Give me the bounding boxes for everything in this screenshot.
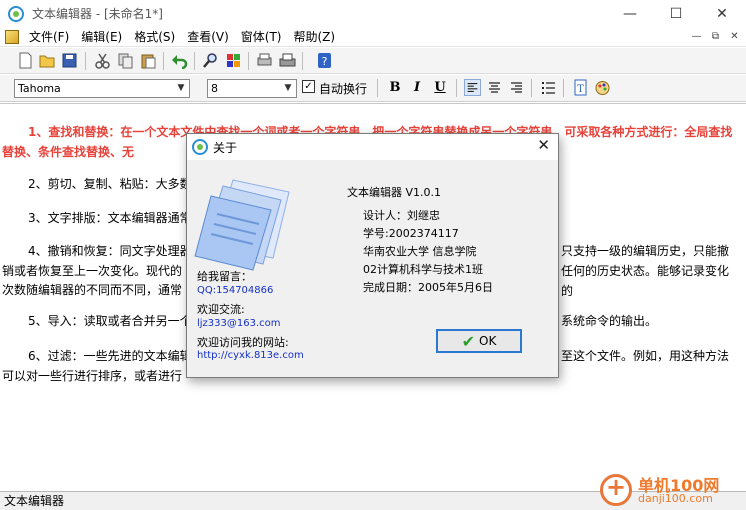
toolbar-separator xyxy=(377,79,378,97)
word-wrap-checkbox[interactable]: ✓ xyxy=(302,80,315,93)
align-right-icon[interactable] xyxy=(508,79,525,96)
watermark-url: danji100.com xyxy=(638,492,713,505)
ok-button[interactable]: ✔ OK xyxy=(436,329,522,353)
bold-button[interactable]: B xyxy=(386,79,404,97)
menu-view[interactable]: 查看(V) xyxy=(181,27,235,47)
about-qq-link[interactable]: QQ:154704866 xyxy=(197,285,273,296)
toolbar-separator xyxy=(456,79,457,97)
title-bar: 文本编辑器 - [未命名1*] — ☐ ✕ xyxy=(0,0,746,27)
underline-button[interactable]: U xyxy=(431,79,449,97)
menu-help[interactable]: 帮助(Z) xyxy=(288,27,342,47)
font-dialog-icon[interactable]: T xyxy=(572,79,589,96)
menu-edit[interactable]: 编辑(E) xyxy=(75,27,128,47)
watermark-logo: 单机100网 danji100.com xyxy=(598,470,746,510)
toolbar-separator xyxy=(248,52,249,70)
paragraph-filter-right: 至这个文件。例如，用这种方法 xyxy=(561,349,730,363)
paragraph-undo-redo-right: 只支持一级的编辑历史，只能撤 xyxy=(561,244,730,258)
ok-button-label: OK xyxy=(479,334,497,348)
chevron-down-icon: ▼ xyxy=(284,83,292,93)
about-app-name: 文本编辑器 V1.0.1 xyxy=(347,186,442,199)
menu-window[interactable]: 窗体(T) xyxy=(235,27,288,47)
close-button[interactable]: ✕ xyxy=(699,0,745,27)
toolbar-separator xyxy=(194,52,195,70)
open-folder-icon[interactable] xyxy=(39,52,56,69)
watermark-icon xyxy=(600,473,632,506)
about-message-label: 给我留言： xyxy=(197,270,252,283)
bullet-list-icon[interactable] xyxy=(540,79,557,96)
font-size-value: 8 xyxy=(211,82,218,95)
menu-bar: 文件(F) 编辑(E) 格式(S) 查看(V) 窗体(T) 帮助(Z) — ⧉ … xyxy=(0,27,746,47)
new-file-icon[interactable] xyxy=(17,52,34,69)
checkmark-icon: ✔ xyxy=(461,331,476,351)
font-family-select[interactable]: Tahoma ▼ xyxy=(14,79,190,98)
about-email-link[interactable]: ljz333@163.com xyxy=(197,318,281,329)
about-site-label: 欢迎访问我的网站: xyxy=(197,336,289,349)
page-setup-icon[interactable] xyxy=(256,52,273,69)
format-toolbar: Tahoma ▼ 8 ▼ ✓ 自动换行 B I U T xyxy=(0,75,746,102)
paste-icon[interactable] xyxy=(140,52,157,69)
menu-file[interactable]: 文件(F) xyxy=(23,27,75,47)
align-left-icon[interactable] xyxy=(464,79,481,96)
replace-icon[interactable] xyxy=(225,52,242,69)
print-icon[interactable] xyxy=(279,52,296,69)
chevron-down-icon: ▼ xyxy=(177,83,185,93)
about-class: 02计算机科学与技术1班 xyxy=(363,263,483,276)
dialog-close-icon[interactable]: ✕ xyxy=(537,136,550,154)
find-icon[interactable] xyxy=(202,52,219,69)
cut-icon[interactable] xyxy=(94,52,111,69)
align-center-icon[interactable] xyxy=(486,79,503,96)
minimize-button[interactable]: — xyxy=(607,0,653,27)
app-icon xyxy=(8,5,24,22)
status-text: 文本编辑器 xyxy=(4,494,65,508)
word-wrap-label: 自动换行 xyxy=(319,82,368,96)
toolbar-separator xyxy=(163,52,164,70)
save-icon[interactable] xyxy=(61,52,78,69)
toolbar-separator xyxy=(302,52,303,70)
dialog-title: 关于 xyxy=(213,141,238,155)
font-family-value: Tahoma xyxy=(18,82,61,95)
copy-icon[interactable] xyxy=(117,52,134,69)
about-designer: 设计人：刘继忠 xyxy=(363,209,440,222)
italic-button[interactable]: I xyxy=(408,79,426,97)
undo-icon[interactable] xyxy=(171,52,188,69)
mdi-minimize-button[interactable]: — xyxy=(689,29,704,44)
toolbar-separator xyxy=(531,79,532,97)
font-size-select[interactable]: 8 ▼ xyxy=(207,79,297,98)
dialog-title-bar: 关于 ✕ xyxy=(187,134,558,160)
standard-toolbar: ? xyxy=(0,48,746,74)
window-title: 文本编辑器 - [未命名1*] xyxy=(32,7,163,21)
about-contact-label: 欢迎交流: xyxy=(197,303,245,316)
color-palette-icon[interactable] xyxy=(594,79,611,96)
paragraph-import-right: 系统命令的输出。 xyxy=(561,314,658,328)
svg-text:?: ? xyxy=(322,55,328,68)
help-icon[interactable]: ? xyxy=(316,52,333,69)
toolbar-separator xyxy=(563,79,564,97)
maximize-button[interactable]: ☐ xyxy=(653,0,699,27)
menu-format[interactable]: 格式(S) xyxy=(128,27,181,47)
mdi-restore-button[interactable]: ⧉ xyxy=(708,29,723,44)
about-dialog: 关于 ✕ 文本编辑器 V1.0.1 设计人：刘继忠 学号:2002374117 … xyxy=(186,133,559,378)
mdi-close-button[interactable]: ✕ xyxy=(727,29,742,44)
about-student-id: 学号:2002374117 xyxy=(363,227,459,240)
about-university: 华南农业大学 信息学院 xyxy=(363,245,477,258)
about-site-link[interactable]: http://cyxk.813e.com xyxy=(197,350,304,361)
svg-text:T: T xyxy=(577,84,584,95)
toolbar-separator xyxy=(85,52,86,70)
documents-illustration xyxy=(194,179,290,271)
app-icon xyxy=(192,139,208,155)
about-date: 完成日期：2005年5月6日 xyxy=(363,281,493,294)
document-icon[interactable] xyxy=(5,29,19,44)
